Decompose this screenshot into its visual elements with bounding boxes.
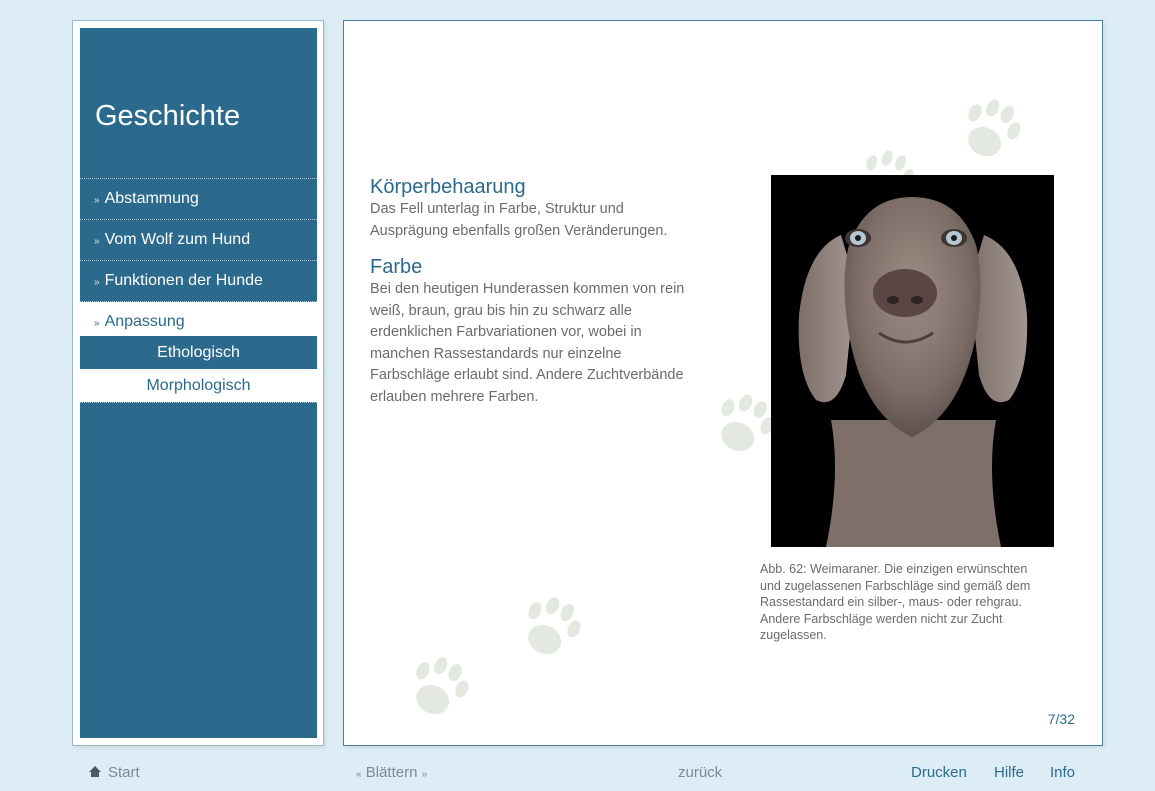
double-arrow-icon: » (94, 195, 100, 206)
sidebar-title: Geschichte (95, 100, 241, 132)
nav-divider (80, 402, 317, 403)
double-arrow-icon: » (94, 318, 100, 329)
nav-item-label: Abstammung (104, 190, 199, 207)
nav-item-label: Vom Wolf zum Hund (104, 231, 251, 248)
section-title: Körperbehaarung (370, 176, 526, 198)
section-farbe: Farbe Bei den heutigen Hunderassen komme… (370, 256, 690, 408)
sidebar-frame: Geschichte » Abstammung » Vom Wolf zum Hun… (72, 20, 324, 746)
article-text: Körperbehaarung Das Fell unterlag in Far… (370, 176, 690, 408)
paw-print-icon (866, 150, 914, 176)
drucken-link[interactable]: Drucken (911, 764, 967, 781)
paw-print-icon (416, 657, 469, 715)
start-link[interactable]: Start (88, 764, 140, 781)
forward-arrow-icon[interactable]: » (422, 769, 428, 780)
double-arrow-icon: » (94, 277, 100, 288)
zurueck-link[interactable]: zurück (678, 764, 722, 781)
paw-print-icon (721, 394, 774, 452)
nav-item-funktionen-der-hunde[interactable]: » Funktionen der Hunde (80, 261, 317, 301)
image-caption: Abb. 62: Weimaraner. Die einzigen erwüns… (760, 562, 1031, 642)
double-arrow-icon: » (94, 236, 100, 247)
blaettern-nav[interactable]: « Blättern » (356, 764, 427, 781)
nav-item-abstammung[interactable]: » Abstammung (80, 179, 317, 219)
nav-item-label: Anpassung (104, 313, 185, 330)
nav-menu: » Abstammung » Vom Wolf zum Hund » Funktion… (80, 178, 317, 403)
hilfe-link[interactable]: Hilfe (994, 764, 1024, 781)
paw-print-icon (968, 99, 1021, 157)
page-counter: 7/32 (1047, 711, 1075, 727)
back-arrow-icon[interactable]: « (356, 769, 362, 780)
subnav-item-morphologisch[interactable]: Morphologisch (80, 369, 317, 402)
sidebar: Geschichte » Abstammung » Vom Wolf zum Hun… (80, 28, 317, 738)
start-label: Start (108, 764, 140, 781)
home-icon (89, 766, 101, 777)
section-title: Farbe (370, 256, 423, 278)
nav-item-vom-wolf-zum-hund[interactable]: » Vom Wolf zum Hund (80, 220, 317, 260)
blaettern-label: Blättern (365, 764, 418, 781)
footer-bar: Start « Blättern » zurück Drucken Hilfe … (0, 752, 1155, 790)
nav-item-anpassung[interactable]: » Anpassung (80, 302, 317, 336)
nav-item-label: Funktionen der Hunde (104, 272, 263, 289)
section-body: Das Fell unterlag in Farbe, Struktur und… (370, 201, 668, 239)
dog-photo (771, 175, 1054, 547)
info-link[interactable]: Info (1050, 764, 1075, 781)
paw-print-icon (528, 597, 581, 655)
subnav-item-ethologisch[interactable]: Ethologisch (80, 336, 317, 369)
section-koerperbehaarung: Körperbehaarung Das Fell unterlag in Far… (370, 176, 690, 242)
content-panel: Körperbehaarung Das Fell unterlag in Far… (343, 20, 1103, 746)
section-body: Bei den heutigen Hunderassen kommen von … (370, 281, 685, 405)
